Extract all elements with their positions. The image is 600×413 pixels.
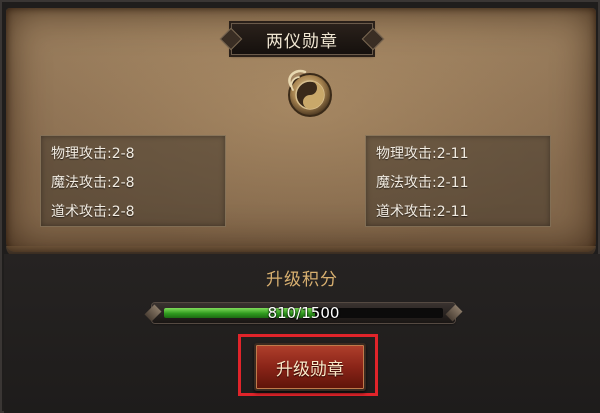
stat-magic-attack-current: 魔法攻击:2-8 xyxy=(51,175,135,191)
upgrade-points-label: 升级积分 xyxy=(266,270,338,290)
progress-text: 810/1500 xyxy=(267,304,340,322)
panel-title: 两仪勋章 xyxy=(266,31,338,52)
stat-physical-attack-next: 物理攻击:2-11 xyxy=(376,146,469,162)
medal-window: 两仪勋章 物理攻击:2-8 魔法攻击:2-8 道术攻击:2-8 物理攻击:2-1… xyxy=(0,0,600,413)
upgrade-medal-button-label: 升级勋章 xyxy=(276,359,344,380)
stat-physical-attack-current: 物理攻击:2-8 xyxy=(51,146,135,162)
upgrade-progress-bar: 810/1500 xyxy=(144,303,463,323)
title-plate: 两仪勋章 xyxy=(231,23,373,55)
stat-taoist-attack-current: 道术攻击:2-8 xyxy=(51,204,135,220)
current-stats-box: 物理攻击:2-8 魔法攻击:2-8 道术攻击:2-8 xyxy=(40,135,226,227)
taiji-medal-icon xyxy=(288,69,332,117)
stat-magic-attack-next: 魔法攻击:2-11 xyxy=(376,175,469,191)
next-stats-box: 物理攻击:2-11 魔法攻击:2-11 道术攻击:2-11 xyxy=(365,135,551,227)
upgrade-medal-button[interactable]: 升级勋章 xyxy=(254,343,366,391)
stat-taoist-attack-next: 道术攻击:2-11 xyxy=(376,204,469,220)
